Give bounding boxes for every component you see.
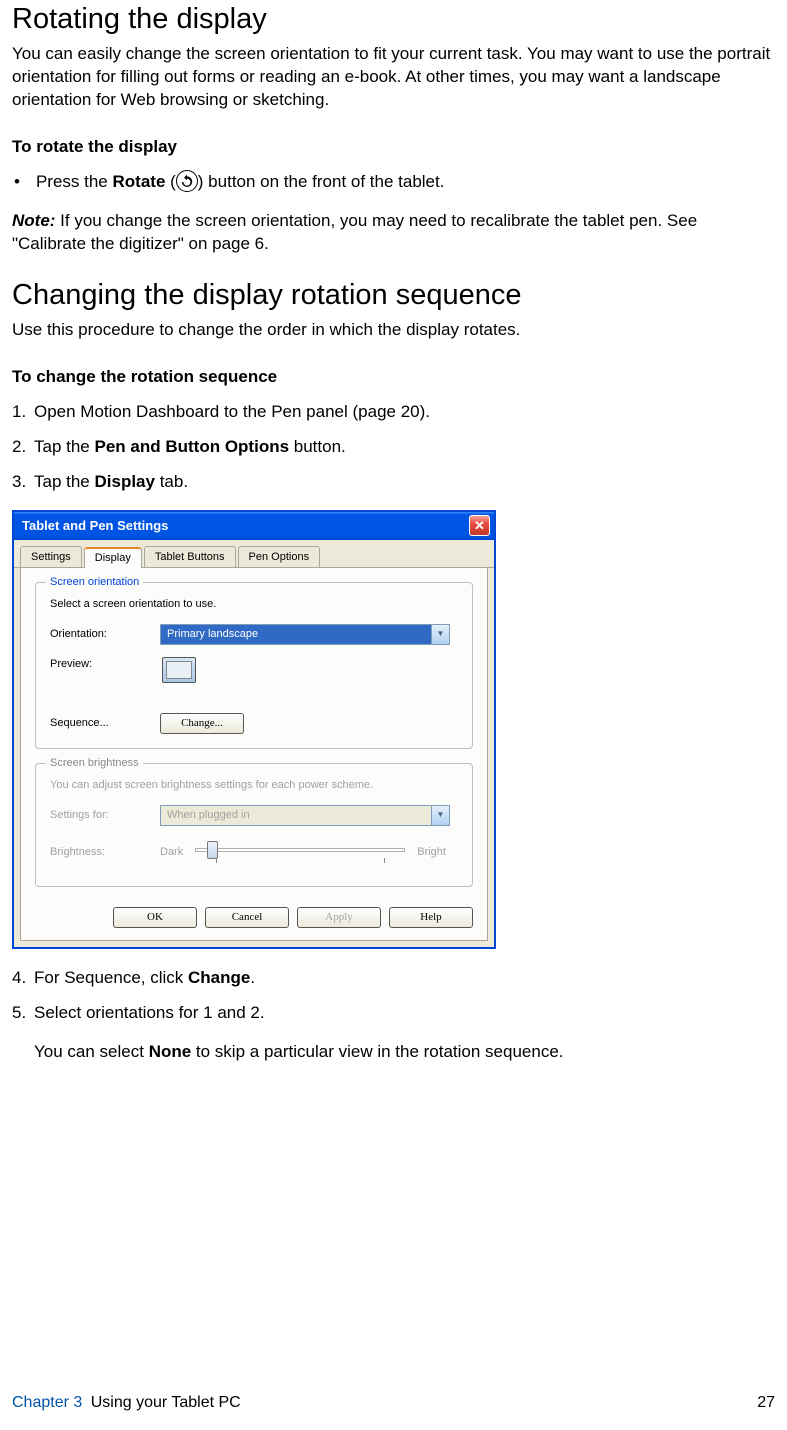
subheading-to-change: To change the rotation sequence: [12, 366, 775, 389]
sequence-label: Sequence...: [50, 716, 160, 731]
bullet-rotate-instruction: • Press the Rotate ( ) button on the fron…: [12, 171, 775, 194]
page-footer: Chapter 3 Using your Tablet PC 27: [12, 1392, 775, 1414]
row-sequence: Sequence... Change...: [50, 713, 458, 734]
step-3-text-a: Tap the: [34, 472, 95, 491]
slider-track-line: [195, 848, 405, 852]
change-button[interactable]: Change...: [160, 713, 244, 734]
step-2-bold: Pen and Button Options: [95, 437, 290, 456]
dialog-title: Tablet and Pen Settings: [22, 517, 469, 535]
orientation-dropdown[interactable]: Primary landscape ▼: [160, 624, 450, 645]
after-steps-para: You can select None to skip a particular…: [12, 1041, 775, 1064]
intro-para-1: You can easily change the screen orienta…: [12, 43, 775, 112]
groupbox-screen-brightness: Screen brightness You can adjust screen …: [35, 763, 473, 887]
orientation-desc: Select a screen orientation to use.: [50, 597, 458, 612]
tab-strip: Settings Display Tablet Buttons Pen Opti…: [14, 540, 494, 569]
cancel-button[interactable]: Cancel: [205, 907, 289, 928]
step-2: Tap the Pen and Button Options button.: [12, 436, 775, 459]
step-4-bold: Change: [188, 968, 250, 987]
step-2-text-a: Tap the: [34, 437, 95, 456]
step-1: Open Motion Dashboard to the Pen panel (…: [12, 401, 775, 424]
step-4-text-a: For Sequence, click: [34, 968, 188, 987]
apply-button: Apply: [297, 907, 381, 928]
note-text: If you change the screen orientation, yo…: [12, 211, 697, 253]
tab-settings[interactable]: Settings: [20, 546, 82, 568]
footer-page-number: 27: [757, 1392, 775, 1414]
slider-tick: [216, 858, 217, 863]
groupbox-screen-orientation: Screen orientation Select a screen orien…: [35, 582, 473, 749]
row-orientation: Orientation: Primary landscape ▼: [50, 624, 458, 645]
note-paragraph: Note: If you change the screen orientati…: [12, 210, 775, 256]
ok-button[interactable]: OK: [113, 907, 197, 928]
bullet-text-a: Press the: [36, 172, 113, 191]
bullet-text-b: (: [165, 172, 175, 191]
orientation-value: Primary landscape: [161, 625, 431, 644]
step-3-text-b: tab.: [155, 472, 188, 491]
bullet-text-bold: Rotate: [113, 172, 166, 191]
preview-thumbnail: [162, 657, 196, 683]
tab-tablet-buttons[interactable]: Tablet Buttons: [144, 546, 236, 568]
step-3-bold: Display: [95, 472, 155, 491]
dialog-tablet-pen-settings: Tablet and Pen Settings ✕ Settings Displ…: [12, 510, 496, 949]
brightness-dark-label: Dark: [160, 845, 183, 860]
groupbox-title-brightness: Screen brightness: [46, 756, 143, 771]
dialog-button-row: OK Cancel Apply Help: [35, 901, 473, 930]
dialog-titlebar: Tablet and Pen Settings ✕: [14, 512, 494, 540]
bullet-text: Press the Rotate ( ) button on the front …: [36, 171, 445, 194]
settings-for-label: Settings for:: [50, 808, 160, 823]
row-brightness: Brightness: Dark Bright: [50, 838, 458, 868]
after-steps-a: You can select: [34, 1042, 149, 1061]
tab-pen-options[interactable]: Pen Options: [238, 546, 321, 568]
preview-label: Preview:: [50, 657, 160, 672]
row-settings-for: Settings for: When plugged in ▼: [50, 805, 458, 826]
groupbox-title-orientation: Screen orientation: [46, 575, 143, 590]
steps-list-2: For Sequence, click Change. Select orien…: [12, 967, 775, 1025]
tab-panel-display: Screen orientation Select a screen orien…: [20, 568, 488, 940]
brightness-bright-label: Bright: [417, 845, 446, 860]
step-3: Tap the Display tab.: [12, 471, 775, 494]
bullet-text-c: ) button on the front of the tablet.: [198, 172, 445, 191]
tab-display[interactable]: Display: [84, 547, 142, 569]
settings-for-value: When plugged in: [161, 806, 431, 825]
step-4-text-b: .: [250, 968, 255, 987]
step-1-text: Open Motion Dashboard to the Pen panel (…: [34, 402, 430, 421]
step-4: For Sequence, click Change.: [12, 967, 775, 990]
footer-chapter: Chapter 3 Using your Tablet PC: [12, 1392, 241, 1414]
heading-rotating-display: Rotating the display: [12, 0, 775, 39]
intro-para-2: Use this procedure to change the order i…: [12, 319, 775, 342]
row-preview: Preview:: [50, 657, 458, 683]
brightness-label: Brightness:: [50, 845, 160, 860]
heading-changing-sequence: Changing the display rotation sequence: [12, 276, 775, 315]
chevron-down-icon: ▼: [431, 625, 449, 644]
after-steps-b: to skip a particular view in the rotatio…: [191, 1042, 563, 1061]
steps-list-1: Open Motion Dashboard to the Pen panel (…: [12, 401, 775, 494]
help-button[interactable]: Help: [389, 907, 473, 928]
note-label: Note:: [12, 211, 55, 230]
brightness-slider: [195, 838, 405, 868]
settings-for-dropdown: When plugged in ▼: [160, 805, 450, 826]
brightness-desc: You can adjust screen brightness setting…: [50, 778, 458, 793]
bullet-marker: •: [14, 171, 20, 194]
orientation-label: Orientation:: [50, 627, 160, 642]
slider-thumb: [207, 841, 218, 859]
step-5: Select orientations for 1 and 2.: [12, 1002, 775, 1025]
footer-chapter-title: Using your Tablet PC: [91, 1394, 241, 1411]
close-button[interactable]: ✕: [469, 515, 490, 536]
step-5-text: Select orientations for 1 and 2.: [34, 1003, 265, 1022]
chevron-down-icon: ▼: [431, 806, 449, 825]
footer-chapter-num: Chapter 3: [12, 1394, 82, 1411]
step-2-text-b: button.: [289, 437, 346, 456]
slider-tick: [384, 858, 385, 863]
close-icon: ✕: [474, 517, 485, 535]
subheading-to-rotate: To rotate the display: [12, 136, 775, 159]
rotate-icon: [176, 170, 198, 192]
after-steps-bold: None: [149, 1042, 192, 1061]
